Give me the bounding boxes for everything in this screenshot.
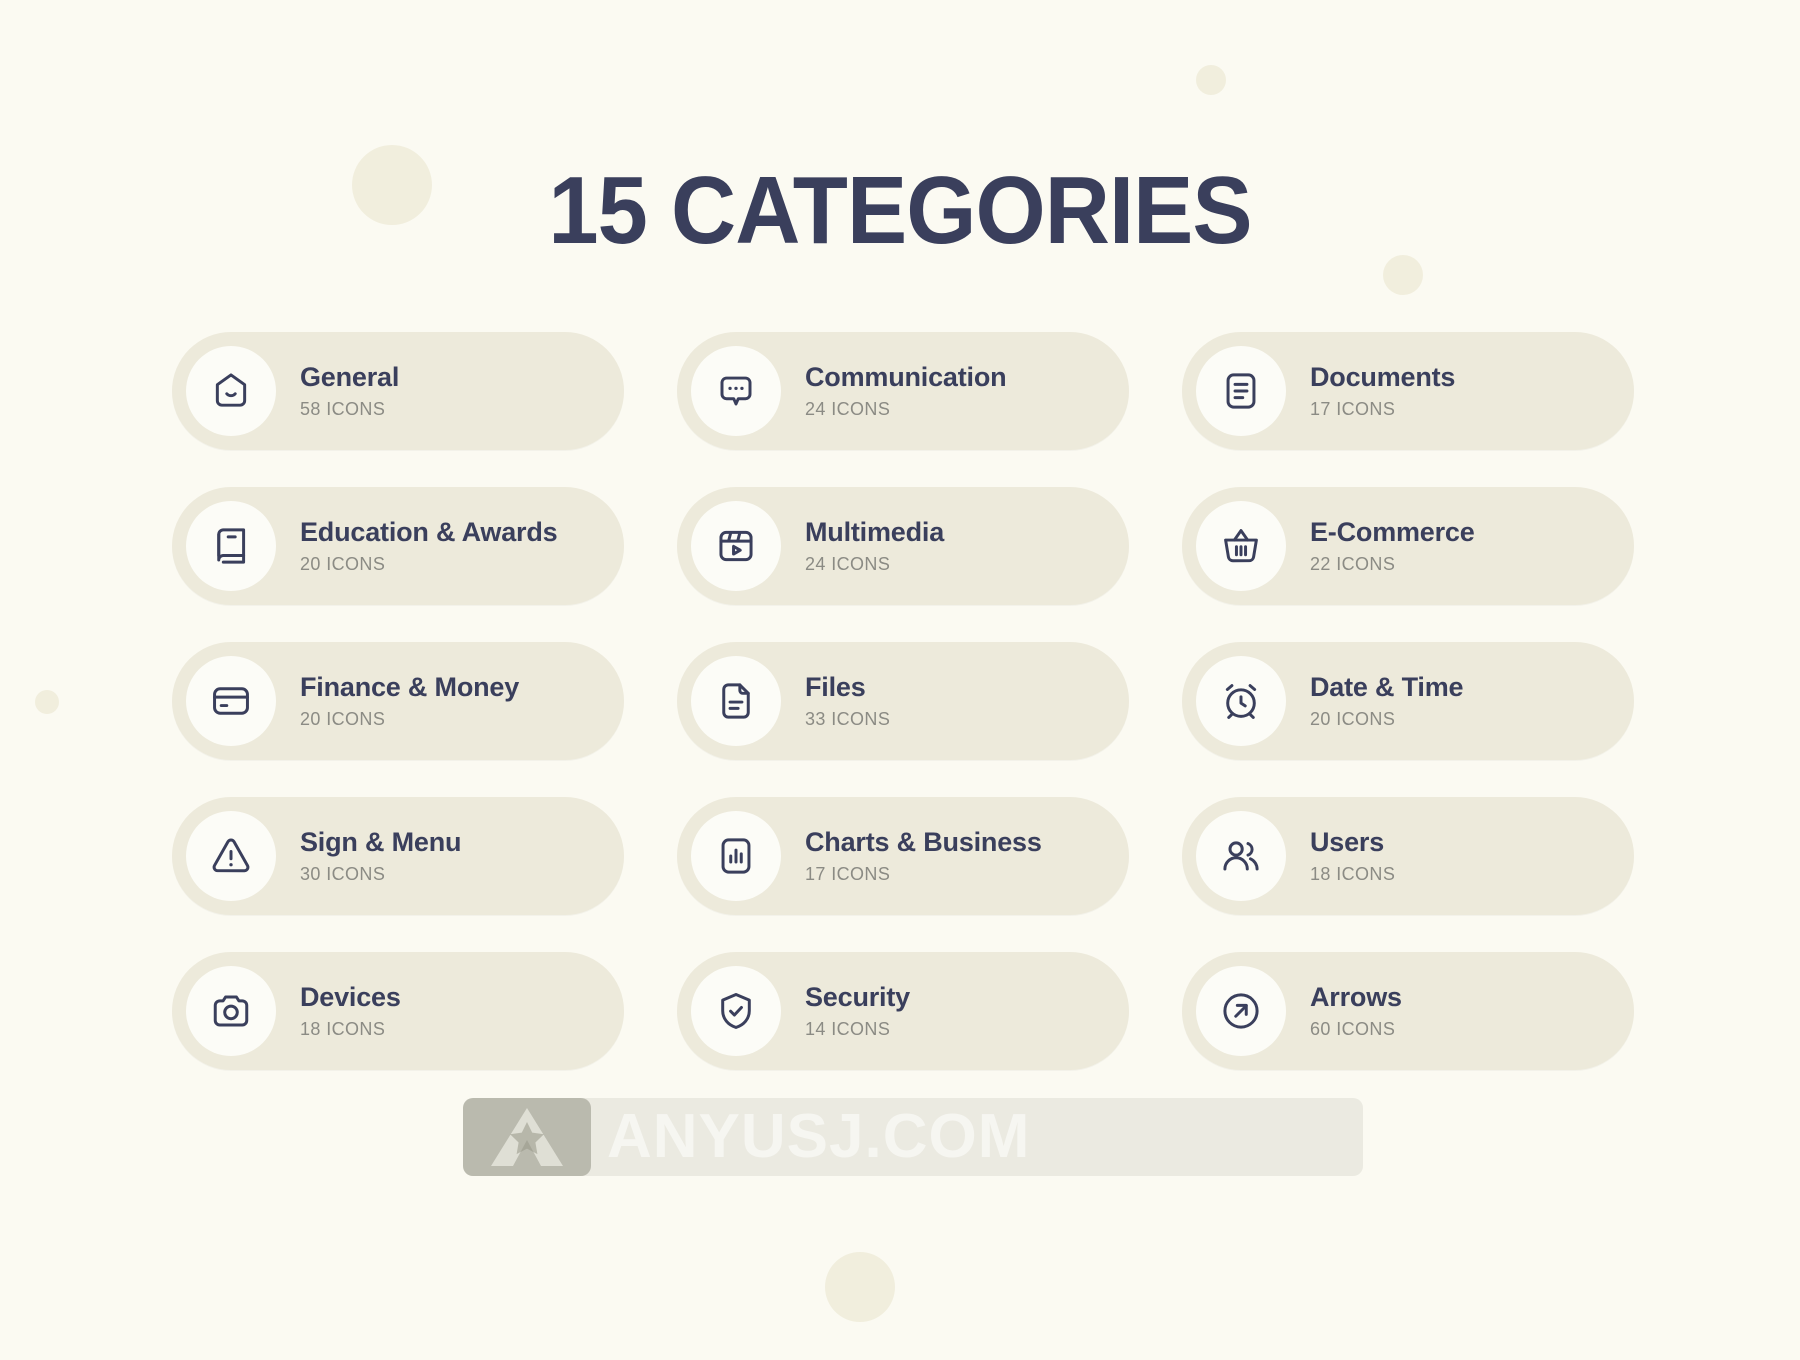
decorative-circle: [35, 690, 59, 714]
category-icon-badge: [1196, 656, 1286, 746]
page-root: 15 CATEGORIES General 58 ICONS Communicati…: [0, 0, 1800, 1360]
category-icon-badge: [691, 346, 781, 436]
document-icon: [1220, 370, 1262, 412]
category-icon-badge: [186, 501, 276, 591]
category-count: 60 ICONS: [1310, 1019, 1396, 1040]
category-text: General 58 ICONS: [300, 362, 399, 420]
alarm-clock-icon: [1220, 680, 1262, 722]
category-card[interactable]: Multimedia 24 ICONS: [677, 487, 1129, 605]
chat-bubble-icon: [715, 370, 757, 412]
category-name: Documents: [1310, 361, 1456, 392]
camera-icon: [210, 990, 252, 1032]
category-count: 20 ICONS: [300, 554, 386, 575]
category-name: Charts & Business: [805, 826, 1042, 857]
category-card[interactable]: Security 14 ICONS: [677, 952, 1129, 1070]
category-count: 30 ICONS: [300, 864, 386, 885]
category-count: 18 ICONS: [1310, 864, 1396, 885]
category-count: 14 ICONS: [805, 1019, 891, 1040]
category-icon-badge: [691, 811, 781, 901]
category-card[interactable]: Charts & Business 17 ICONS: [677, 797, 1129, 915]
category-text: Date & Time 20 ICONS: [1310, 671, 1464, 730]
category-icon-badge: [691, 656, 781, 746]
arrow-up-right-circle-icon: [1220, 990, 1262, 1032]
category-count: 17 ICONS: [805, 864, 891, 885]
category-name: Devices: [300, 981, 401, 1012]
category-name: E-Commerce: [1310, 516, 1475, 547]
category-card[interactable]: E-Commerce 22 ICONS: [1182, 487, 1634, 605]
category-icon-badge: [1196, 501, 1286, 591]
decorative-circle: [1383, 255, 1423, 295]
category-text: Communication 24 ICONS: [805, 361, 1007, 420]
category-icon-badge: [186, 966, 276, 1056]
shopping-basket-icon: [1220, 525, 1262, 567]
warning-triangle-icon: [210, 835, 252, 877]
video-player-icon: [715, 525, 757, 567]
category-grid: General 58 ICONS Communication 24 ICONS Docu…: [172, 332, 1638, 1070]
category-card[interactable]: Devices 18 ICONS: [172, 952, 624, 1070]
category-icon-badge: [186, 656, 276, 746]
decorative-circle: [1196, 65, 1226, 95]
category-name: General: [300, 361, 400, 392]
category-card[interactable]: Finance & Money 20 ICONS: [172, 642, 624, 760]
category-icon-badge: [691, 966, 781, 1056]
book-icon: [210, 525, 252, 567]
category-card[interactable]: Arrows 60 ICONS: [1182, 952, 1634, 1070]
watermark-backdrop: [463, 1098, 1363, 1176]
category-text: Finance & Money 20 ICONS: [300, 672, 519, 730]
credit-card-icon: [210, 680, 252, 722]
category-icon-badge: [1196, 811, 1286, 901]
category-card[interactable]: Date & Time 20 ICONS: [1182, 642, 1634, 760]
category-count: 58 ICONS: [300, 399, 386, 420]
category-text: Devices 18 ICONS: [300, 982, 401, 1040]
category-count: 20 ICONS: [300, 709, 386, 730]
category-card[interactable]: Education & Awards 20 ICONS: [172, 487, 624, 605]
category-icon-badge: [186, 346, 276, 436]
category-card[interactable]: Users 18 ICONS: [1182, 797, 1634, 915]
category-count: 22 ICONS: [1310, 554, 1396, 575]
category-card[interactable]: General 58 ICONS: [172, 332, 624, 450]
decorative-circle: [825, 1252, 895, 1322]
category-text: Education & Awards 20 ICONS: [300, 516, 558, 575]
category-name: Education & Awards: [300, 516, 558, 547]
category-name: Finance & Money: [300, 671, 520, 702]
category-count: 17 ICONS: [1310, 399, 1396, 420]
bar-chart-icon: [715, 835, 757, 877]
category-text: Files 33 ICONS: [805, 672, 890, 730]
category-name: Security: [805, 981, 910, 1012]
category-count: 18 ICONS: [300, 1019, 386, 1040]
users-icon: [1220, 835, 1262, 877]
category-text: E-Commerce 22 ICONS: [1310, 517, 1475, 575]
category-card[interactable]: Communication 24 ICONS: [677, 332, 1129, 450]
category-icon-badge: [691, 501, 781, 591]
category-icon-badge: [186, 811, 276, 901]
file-icon: [715, 680, 757, 722]
category-name: Arrows: [1310, 981, 1402, 1012]
category-text: Security 14 ICONS: [805, 982, 910, 1040]
category-count: 33 ICONS: [805, 709, 891, 730]
category-text: Users 18 ICONS: [1310, 827, 1395, 885]
category-text: Documents 17 ICONS: [1310, 362, 1455, 420]
category-card[interactable]: Documents 17 ICONS: [1182, 332, 1634, 450]
shield-check-icon: [715, 990, 757, 1032]
category-name: Communication: [805, 361, 1007, 392]
category-text: Arrows 60 ICONS: [1310, 982, 1402, 1040]
category-icon-badge: [1196, 966, 1286, 1056]
category-name: Users: [1310, 826, 1385, 857]
category-card[interactable]: Files 33 ICONS: [677, 642, 1129, 760]
category-text: Charts & Business 17 ICONS: [805, 827, 1042, 885]
home-icon: [210, 370, 252, 412]
category-text: Sign & Menu 30 ICONS: [300, 827, 461, 885]
category-name: Files: [805, 671, 866, 702]
category-name: Date & Time: [1310, 671, 1464, 702]
category-count: 20 ICONS: [1310, 709, 1396, 730]
category-text: Multimedia 24 ICONS: [805, 517, 944, 575]
category-count: 24 ICONS: [805, 399, 891, 420]
category-icon-badge: [1196, 346, 1286, 436]
category-name: Multimedia: [805, 516, 945, 547]
page-title: 15 CATEGORIES: [548, 157, 1252, 264]
category-name: Sign & Menu: [300, 826, 462, 857]
category-count: 24 ICONS: [805, 554, 891, 575]
category-card[interactable]: Sign & Menu 30 ICONS: [172, 797, 624, 915]
